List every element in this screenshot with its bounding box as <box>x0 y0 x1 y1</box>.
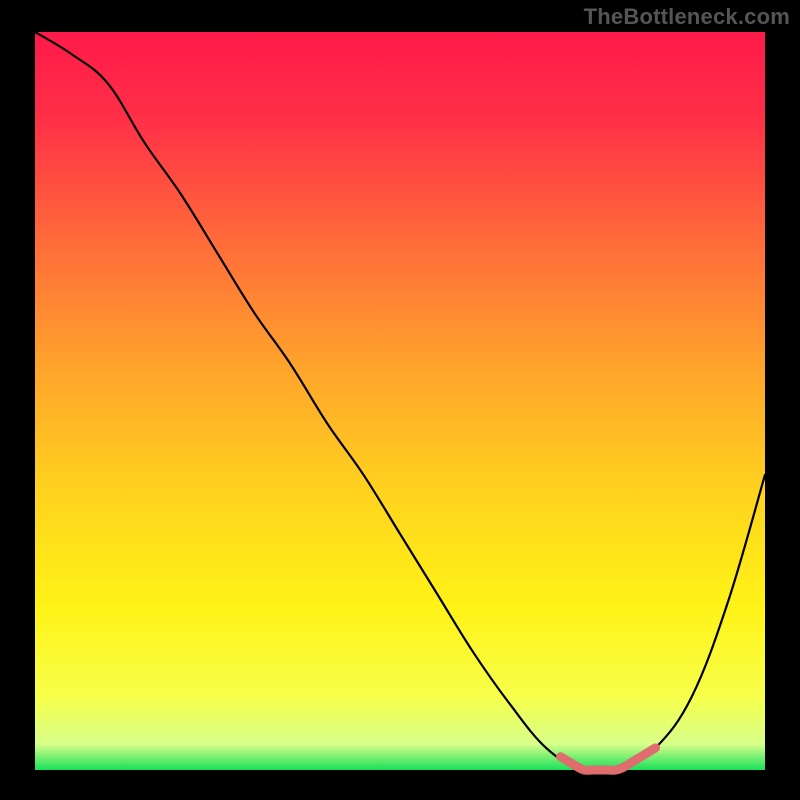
bottleneck-chart <box>0 0 800 800</box>
chart-frame: TheBottleneck.com <box>0 0 800 800</box>
attribution-label: TheBottleneck.com <box>584 4 790 30</box>
